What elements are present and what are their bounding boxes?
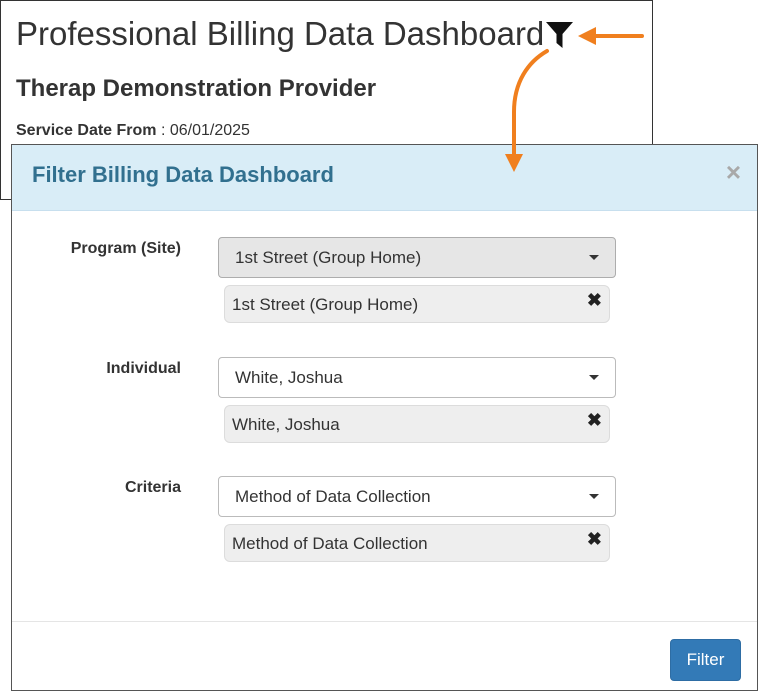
program-site-tag: 1st Street (Group Home) ✖	[224, 285, 610, 323]
funnel-icon[interactable]	[546, 22, 573, 48]
service-date-label: Service Date From	[16, 122, 157, 139]
criteria-select[interactable]: Method of Data Collection	[218, 476, 616, 517]
individual-tag-label: White, Joshua	[232, 415, 340, 434]
modal-title: Filter Billing Data Dashboard	[32, 162, 334, 187]
chevron-down-icon	[589, 494, 599, 499]
program-site-selected: 1st Street (Group Home)	[235, 248, 422, 267]
individual-select[interactable]: White, Joshua	[218, 357, 616, 398]
service-date-value: 06/01/2025	[169, 122, 250, 139]
criteria-tag: Method of Data Collection ✖	[224, 524, 610, 562]
remove-icon[interactable]: ✖	[587, 410, 602, 431]
modal-header: Filter Billing Data Dashboard ×	[12, 145, 757, 211]
remove-icon[interactable]: ✖	[587, 529, 602, 550]
program-site-label: Program (Site)	[70, 240, 181, 257]
filter-modal: Filter Billing Data Dashboard × Program …	[11, 144, 758, 691]
filter-button[interactable]: Filter	[670, 639, 741, 681]
criteria-label: Criteria	[124, 479, 181, 496]
individual-label: Individual	[106, 360, 181, 377]
modal-footer-divider	[12, 621, 757, 622]
remove-icon[interactable]: ✖	[587, 290, 602, 311]
dashboard-title: Professional Billing Data Dashboard	[16, 15, 545, 52]
individual-tag: White, Joshua ✖	[224, 405, 610, 443]
service-date-separator: :	[160, 122, 166, 139]
provider-name: Therap Demonstration Provider	[16, 75, 377, 102]
program-site-select[interactable]: 1st Street (Group Home)	[218, 237, 616, 278]
chevron-down-icon	[589, 255, 599, 260]
program-site-tag-label: 1st Street (Group Home)	[232, 295, 419, 314]
individual-selected: White, Joshua	[235, 368, 343, 387]
close-icon[interactable]: ×	[726, 159, 741, 185]
criteria-selected: Method of Data Collection	[235, 487, 431, 506]
chevron-down-icon	[589, 375, 599, 380]
service-date: Service Date From : 06/01/2025	[16, 122, 250, 140]
criteria-tag-label: Method of Data Collection	[232, 534, 428, 553]
